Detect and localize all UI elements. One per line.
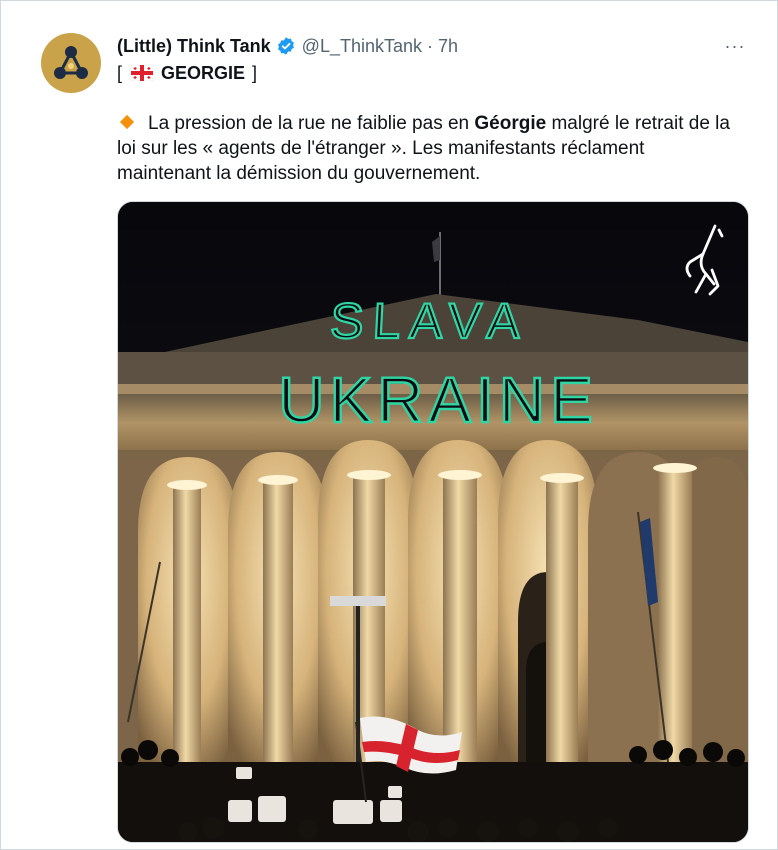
molecule-logo-icon — [54, 46, 88, 79]
verified-badge-icon — [276, 36, 296, 56]
projection-line-2: UKRAINE — [278, 364, 598, 436]
parliament-photo: SLAVA UKRAINE — [118, 202, 748, 842]
tagline-country: GEORGIE — [161, 63, 246, 83]
user-handle[interactable]: @L_ThinkTank — [302, 34, 422, 58]
profile-tagline: [ GEORGIE ] — [117, 61, 257, 85]
tweet-text: La pression de la rue ne faiblie pas en … — [117, 111, 737, 186]
tweet-card[interactable]: (Little) Think Tank @L_ThinkTank · 7h ··… — [0, 0, 778, 850]
tweet-text-bold[interactable]: Géorgie — [474, 113, 546, 134]
orange-diamond-icon — [119, 114, 135, 130]
projection-line-1: SLAVA — [329, 293, 531, 349]
timestamp[interactable]: 7h — [438, 34, 458, 58]
tweet-header: (Little) Think Tank @L_ThinkTank · 7h — [117, 34, 458, 58]
more-options-label: ··· — [724, 35, 746, 56]
more-options-icon[interactable]: ··· — [723, 34, 747, 58]
separator-dot: · — [427, 36, 434, 56]
tagline-open-bracket: [ — [117, 63, 123, 83]
tweet-text-part1: La pression de la rue ne faiblie pas en — [148, 113, 475, 134]
tagline-close-bracket: ] — [252, 63, 258, 83]
display-name[interactable]: (Little) Think Tank — [117, 34, 271, 58]
tweet-media-photo[interactable]: SLAVA UKRAINE — [117, 201, 749, 843]
georgia-flag-icon — [131, 65, 154, 81]
avatar[interactable] — [41, 33, 101, 93]
